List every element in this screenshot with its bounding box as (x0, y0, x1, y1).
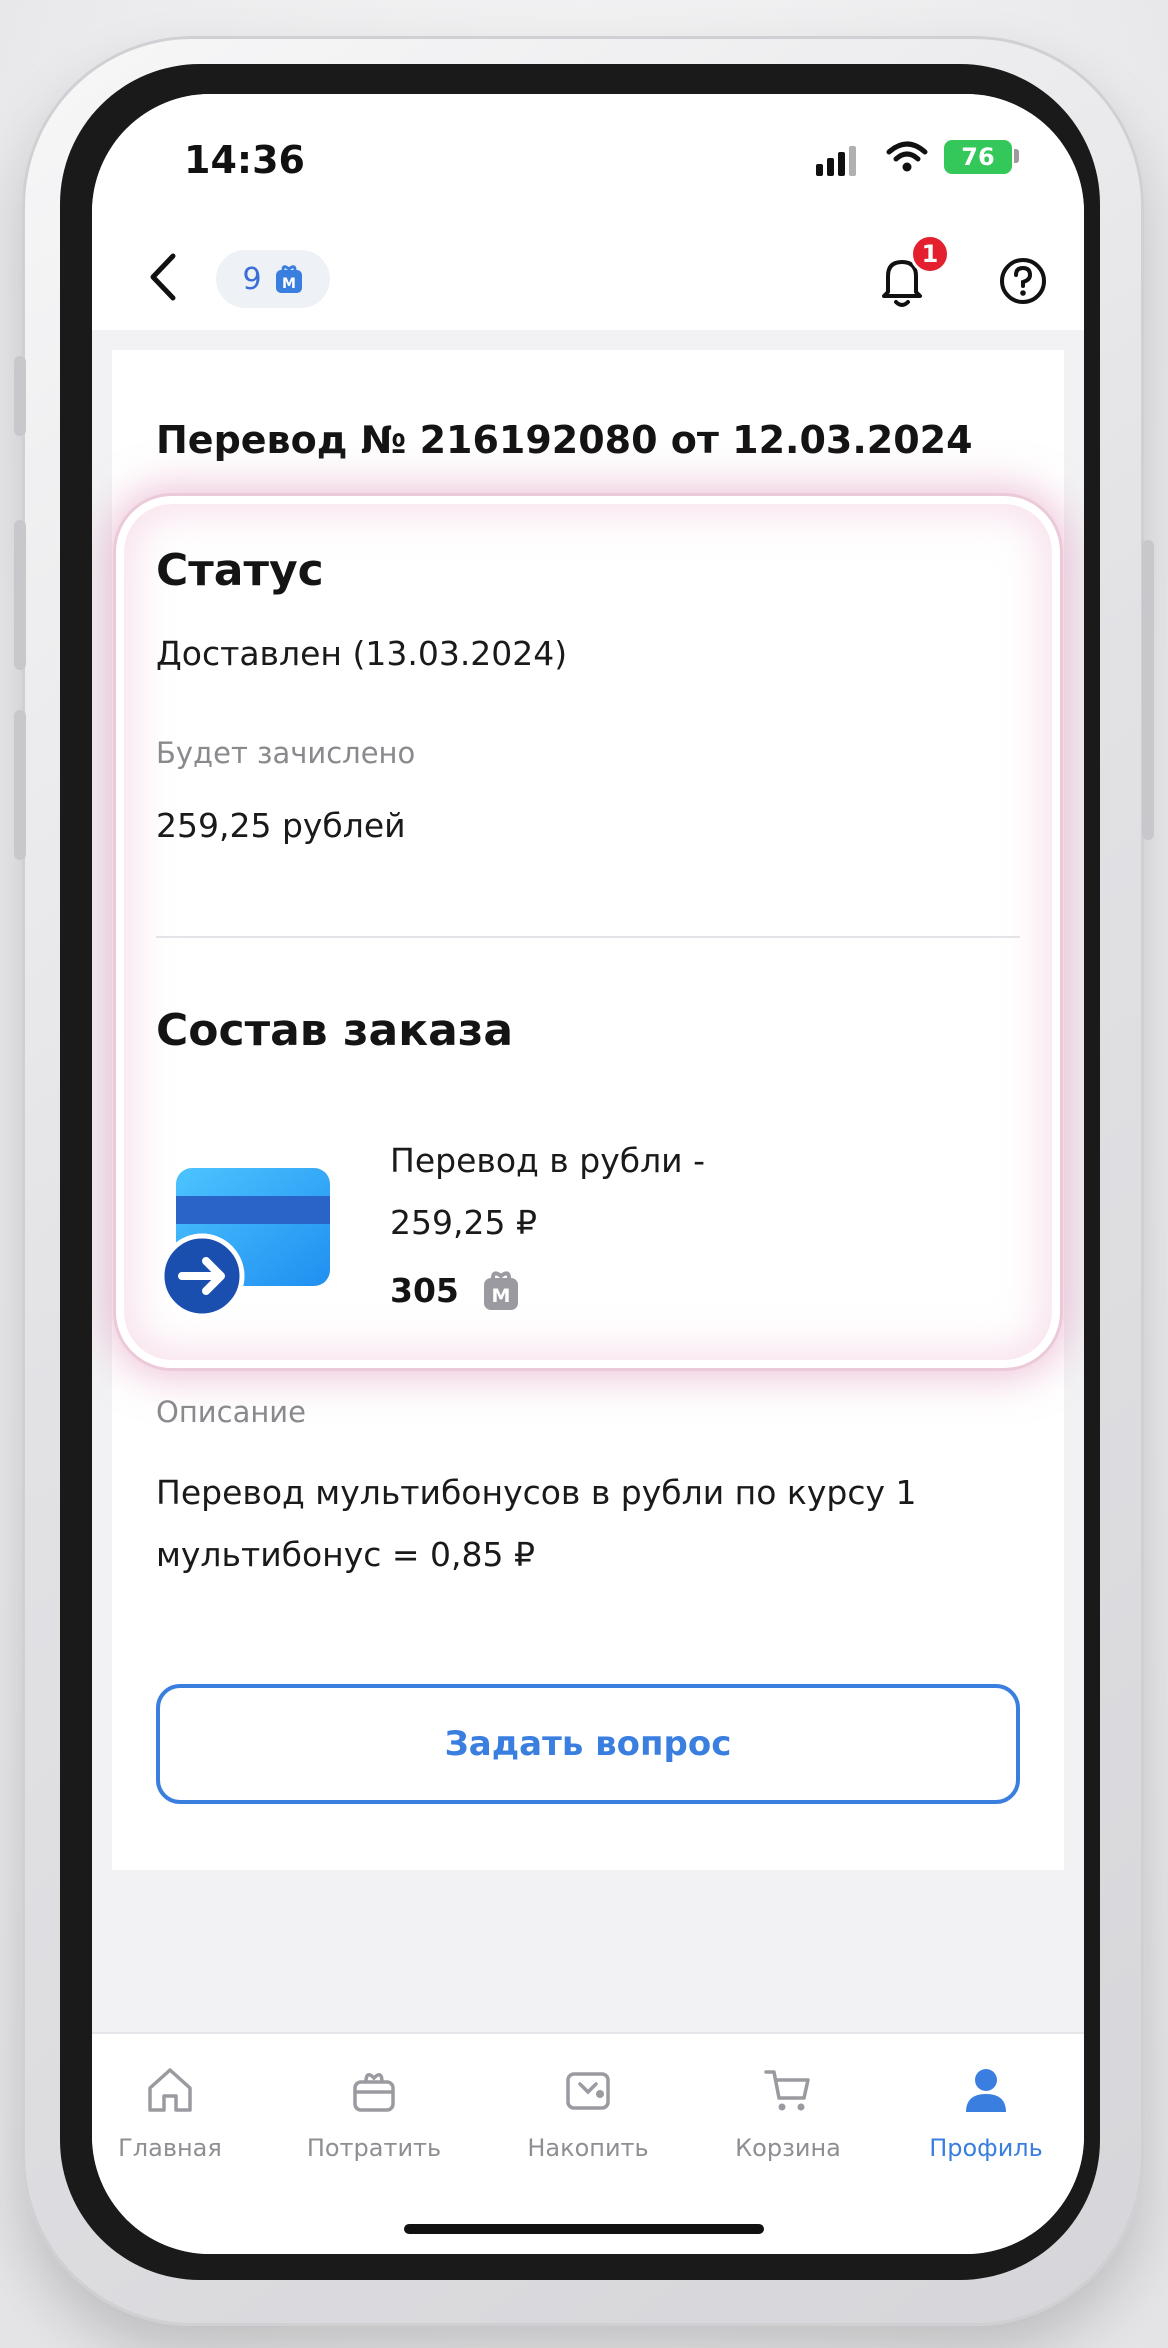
tab-save[interactable]: Накопить (498, 2064, 678, 2162)
multibonus-icon: M (483, 1271, 518, 1310)
credit-value: 259,25 рублей (156, 806, 406, 845)
order-points-count: 305 (390, 1270, 459, 1310)
battery-indicator: 76 (944, 140, 1012, 174)
wallet-icon (566, 2072, 610, 2110)
notification-badge: 1 (910, 234, 950, 274)
side-button (14, 710, 26, 860)
tab-cart[interactable]: Корзина (698, 2064, 878, 2162)
order-item-points: 305 M (390, 1268, 521, 1312)
back-arrow-icon (150, 253, 176, 301)
tab-label: Профиль (929, 2134, 1043, 2162)
tab-profile[interactable]: Профиль (896, 2064, 1076, 2162)
help-icon (1000, 258, 1046, 304)
home-indicator (404, 2224, 764, 2234)
cart-icon (764, 2070, 810, 2111)
screen: 14:36 76 9 M 1 Перевод № 216192080 от 12… (92, 94, 1084, 2254)
points-balance[interactable]: 9 M (216, 250, 330, 308)
credit-label: Будет зачислено (156, 736, 416, 770)
description-text: Перевод мультибонусов в рубли по курсу 1… (156, 1473, 917, 1574)
battery-level: 76 (961, 143, 995, 171)
profile-icon (966, 2069, 1006, 2112)
status-bar: 14:36 76 (92, 94, 1084, 224)
svg-text:M: M (282, 276, 296, 292)
gift-icon (353, 2073, 395, 2112)
wifi-icon (886, 141, 928, 172)
description-label: Описание (156, 1395, 306, 1429)
clock: 14:36 (184, 138, 305, 182)
header: 9 M 1 (92, 224, 1084, 330)
card-transfer-icon (159, 1168, 330, 1319)
tab-label: Корзина (735, 2134, 841, 2162)
multibonus-icon: M (275, 265, 302, 293)
side-button (1142, 540, 1154, 840)
signal-icon (816, 146, 856, 176)
tab-spend[interactable]: Потратить (284, 2064, 464, 2162)
home-icon (148, 2068, 192, 2112)
help-button[interactable] (998, 256, 1048, 306)
ask-question-button[interactable]: Задать вопрос (156, 1684, 1020, 1804)
tab-label: Главная (118, 2134, 222, 2162)
page-title: Перевод № 216192080 от 12.03.2024 (156, 418, 973, 462)
status-value: Доставлен (13.03.2024) (156, 634, 568, 673)
points-count: 9 (242, 261, 262, 297)
tab-label: Потратить (306, 2134, 442, 2162)
back-button[interactable] (132, 242, 192, 312)
tab-label: Накопить (527, 2134, 649, 2162)
tab-bar: Главная Потратить Накопить Корзина Профи… (92, 2032, 1084, 2254)
divider (156, 936, 1020, 938)
status-heading: Статус (156, 545, 324, 596)
transfer-details: Перевод № 216192080 от 12.03.2024 Статус… (112, 350, 1064, 1870)
order-item-name: Перевод в рубли - 259,25 ₽ (390, 1141, 706, 1242)
side-button (14, 520, 26, 670)
side-button (14, 356, 26, 436)
svg-text:M: M (491, 1285, 510, 1307)
tab-home[interactable]: Главная (92, 2064, 260, 2162)
battery-tip (1014, 149, 1019, 163)
order-heading: Состав заказа (156, 1005, 514, 1056)
